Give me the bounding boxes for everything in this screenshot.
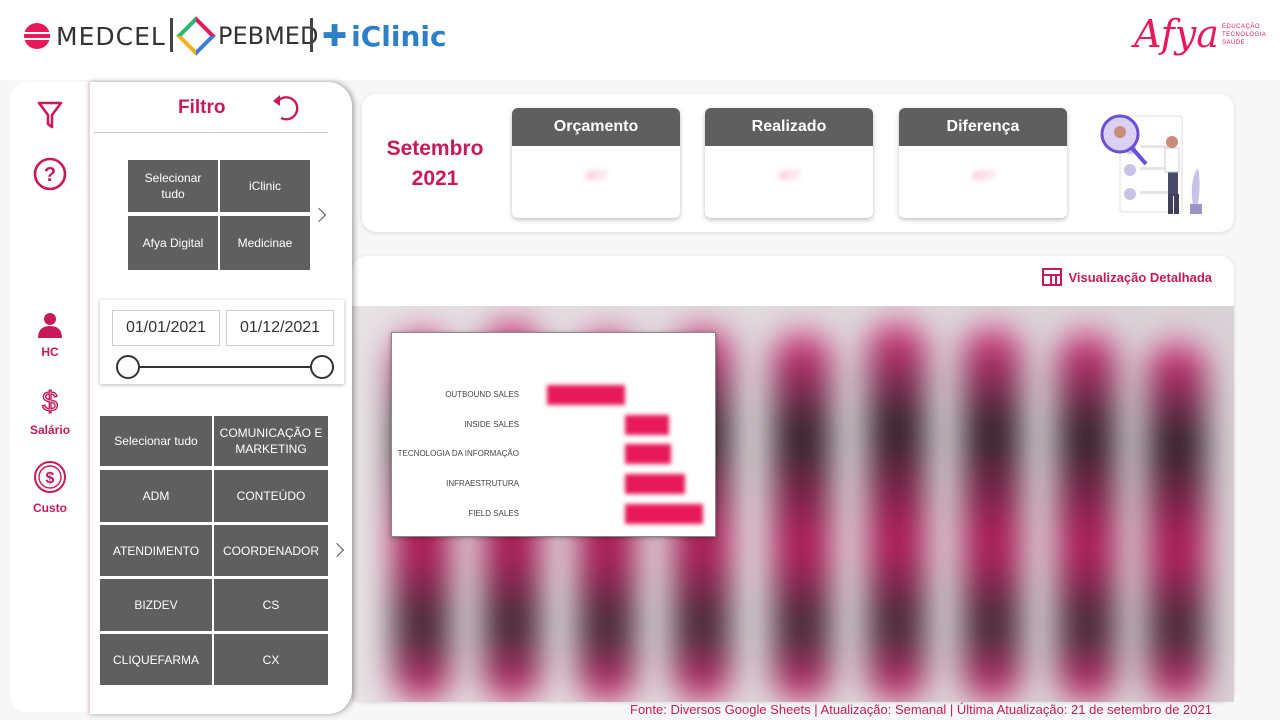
- area-tile[interactable]: Selecionar tudo: [100, 416, 212, 466]
- company-tile-afya-digital[interactable]: Afya Digital: [128, 216, 218, 270]
- nav-custo-label: Custo: [33, 501, 67, 515]
- month-label: Setembro: [386, 137, 484, 160]
- blurred-bar: [962, 327, 1022, 702]
- area-tile[interactable]: CS: [214, 579, 328, 631]
- kpi-card-realizado: Realizado 407: [705, 108, 873, 218]
- coin-icon: $: [34, 461, 66, 493]
- help-icon: ?: [33, 157, 67, 191]
- iclinic-wordmark: iClinic: [351, 19, 447, 53]
- medcel-logo: MEDCEL: [24, 14, 166, 58]
- tooltip-row-label: INFRAESTRUTURA: [446, 479, 519, 488]
- area-tile[interactable]: CLIQUEFARMA: [100, 634, 212, 685]
- nav-hc-label: HC: [41, 345, 59, 359]
- year-label: 2021: [411, 167, 459, 190]
- detailed-view-link[interactable]: Visualização Detalhada: [1042, 268, 1212, 286]
- tooltip-row-label: TECNOLOGIA DA INFORMAÇÃO: [397, 449, 519, 458]
- company-tile-iclinic[interactable]: iClinic: [220, 160, 310, 212]
- kpi-value: 407: [972, 168, 994, 183]
- nav-hc[interactable]: HC: [30, 312, 70, 359]
- nav-salario[interactable]: $ Salário: [30, 385, 71, 437]
- side-nav: ? HC $ Salário $ Custo: [10, 82, 90, 712]
- kpi-value: 407: [778, 168, 800, 183]
- kpi-card-orcamento: Orçamento 407: [512, 108, 680, 218]
- divider: [94, 132, 328, 133]
- tooltip-row: FIELD SALES: [392, 504, 717, 524]
- area-tile[interactable]: COORDENADOR: [214, 525, 328, 576]
- filter-button[interactable]: [30, 100, 70, 135]
- date-slider-end-handle[interactable]: [310, 355, 334, 379]
- iclinic-logo: ✚ iClinic: [322, 14, 447, 58]
- end-date-input[interactable]: 01/12/2021: [226, 310, 334, 346]
- person-icon: [38, 313, 62, 338]
- afya-logo: Afya: [1134, 12, 1219, 56]
- area-tile[interactable]: BIZDEV: [100, 579, 212, 631]
- blurred-bar: [772, 332, 832, 702]
- tooltip-row-label: INSIDE SALES: [464, 420, 519, 429]
- blurred-bar: [1057, 332, 1117, 702]
- nav-salario-label: Salário: [30, 423, 71, 437]
- afya-tagline: EDUCAÇÃO TECNOLOGIA SAÚDE: [1222, 24, 1267, 46]
- nav-custo[interactable]: $ Custo: [30, 460, 70, 515]
- kpi-title: Orçamento: [512, 108, 680, 146]
- logo-divider: [170, 18, 173, 52]
- company-tile-medicinae[interactable]: Medicinae: [220, 216, 310, 270]
- tooltip-bar: [625, 444, 671, 464]
- svg-text:?: ?: [44, 164, 56, 186]
- chevron-right-icon[interactable]: [311, 207, 327, 223]
- tooltip-row-label: OUTBOUND SALES: [445, 390, 519, 399]
- area-tile[interactable]: CONTEÚDO: [214, 470, 328, 522]
- medcel-logo-icon: [24, 23, 50, 49]
- tooltip-row: TECNOLOGIA DA INFORMAÇÃO: [392, 444, 717, 464]
- source-footer: Fonte: Diversos Google Sheets | Atualiza…: [630, 702, 1212, 717]
- detailed-view-label: Visualização Detalhada: [1068, 269, 1212, 285]
- start-date-input[interactable]: 01/01/2021: [112, 310, 220, 346]
- plus-icon: ✚: [322, 18, 348, 54]
- svg-text:$: $: [42, 386, 58, 416]
- period-label: Setembro 2021: [380, 134, 490, 194]
- logo-divider: [310, 18, 313, 52]
- tooltip-bar: [625, 474, 685, 494]
- summary-panel: Setembro 2021 Orçamento 407 Realizado 40…: [362, 94, 1234, 232]
- header: MEDCEL PEBMED ✚ iClinic Afya EDUCAÇÃO TE…: [0, 0, 1280, 80]
- filter-drawer: Filtro Selecionar tudo iClinic Afya Digi…: [88, 82, 352, 714]
- tooltip-row: INSIDE SALES: [392, 415, 717, 435]
- tooltip-bar: [547, 385, 625, 405]
- pebmed-logo-icon: [176, 16, 216, 56]
- search-profile-illustration: [1100, 114, 1202, 214]
- tooltip-bar: [625, 504, 703, 524]
- blurred-bar: [867, 322, 927, 702]
- dashboard: MEDCEL PEBMED ✚ iClinic Afya EDUCAÇÃO TE…: [0, 0, 1280, 720]
- area-tile[interactable]: CX: [214, 634, 328, 685]
- dollar-icon: $: [42, 385, 59, 417]
- svg-text:$: $: [46, 470, 55, 487]
- filter-icon: [37, 101, 63, 129]
- kpi-value: 407: [585, 168, 607, 183]
- date-slider-track[interactable]: [128, 366, 322, 368]
- area-tile[interactable]: COMUNICAÇÃO E MARKETING: [214, 416, 328, 466]
- tooltip-row: INFRAESTRUTURA: [392, 474, 717, 494]
- help-button[interactable]: ?: [30, 156, 70, 197]
- blurred-bar: [1147, 342, 1207, 702]
- company-tile-select-all[interactable]: Selecionar tudo: [128, 160, 218, 212]
- area-tile[interactable]: ATENDIMENTO: [100, 525, 212, 576]
- table-icon: [1042, 268, 1063, 286]
- pebmed-wordmark: PEBMED: [218, 22, 319, 50]
- chart-tooltip: OUTBOUND SALES INSIDE SALES TECNOLOGIA D…: [391, 332, 716, 537]
- tooltip-row-label: FIELD SALES: [468, 509, 519, 518]
- area-tile[interactable]: ADM: [100, 470, 212, 522]
- reset-arrow-icon[interactable]: [270, 92, 302, 124]
- pebmed-logo: PEBMED: [176, 14, 319, 58]
- chevron-right-icon[interactable]: [329, 542, 345, 558]
- kpi-title: Realizado: [705, 108, 873, 146]
- kpi-card-diferenca: Diferença 407: [899, 108, 1067, 218]
- date-range-slicer: 01/01/2021 01/12/2021: [100, 300, 344, 384]
- filter-title: Filtro: [178, 97, 226, 118]
- date-slider-start-handle[interactable]: [116, 355, 140, 379]
- medcel-wordmark: MEDCEL: [56, 21, 166, 51]
- tooltip-row: OUTBOUND SALES: [392, 385, 717, 405]
- kpi-title: Diferença: [899, 108, 1067, 146]
- tooltip-bar: [625, 415, 669, 435]
